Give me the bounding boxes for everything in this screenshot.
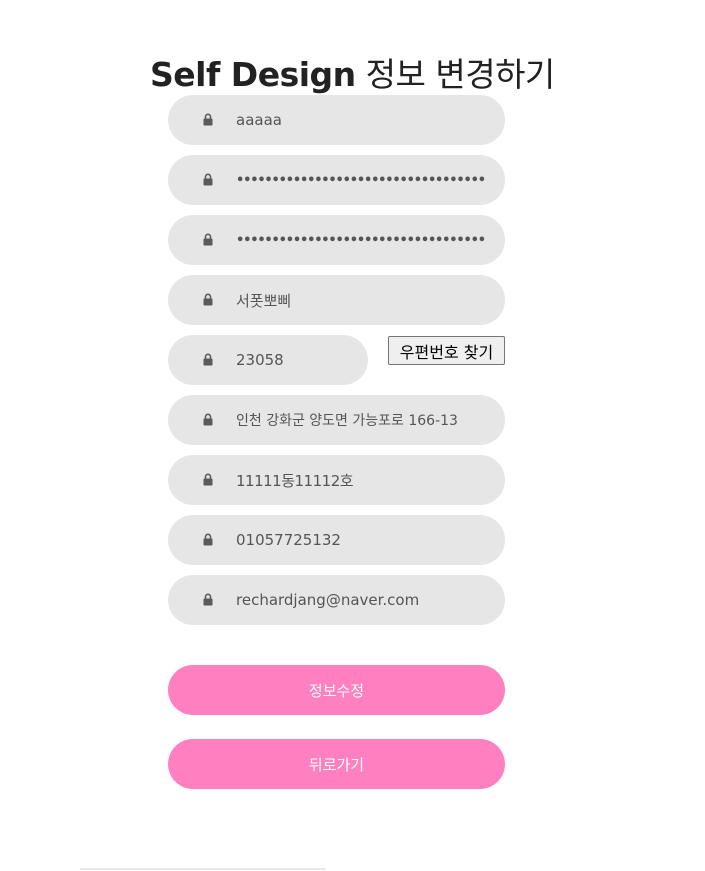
update-info-button[interactable]: 정보수정 — [168, 665, 505, 715]
address-value: 인천 강화군 양도면 가능포로 166-13 — [236, 413, 458, 429]
page-title-en: Self Design — [150, 55, 356, 94]
lock-icon — [203, 113, 213, 126]
lock-icon — [203, 533, 213, 546]
name-field[interactable]: 서폿뽀삐 — [168, 275, 505, 325]
lock-icon — [203, 173, 213, 186]
lock-icon — [203, 593, 213, 606]
lock-icon — [203, 353, 213, 366]
password-confirm-field[interactable]: •••••••••••••••••••••••••••••••••••••• — [168, 215, 505, 265]
user-id-value: aaaaa — [236, 111, 282, 129]
password-field[interactable]: •••••••••••••••••••••••••••••••••••••• — [168, 155, 505, 205]
zipcode-value: 23058 — [236, 351, 284, 369]
lock-icon — [203, 413, 213, 426]
email-value: rechardjang@naver.com — [236, 591, 420, 609]
address-detail-field[interactable]: 11111동11112호 — [168, 455, 505, 505]
lock-icon — [203, 473, 213, 486]
zipcode-field[interactable]: 23058 — [168, 335, 368, 385]
back-button[interactable]: 뒤로가기 — [168, 739, 505, 789]
user-id-field[interactable]: aaaaa — [168, 95, 505, 145]
password-value: •••••••••••••••••••••••••••••••••••••• — [236, 172, 485, 188]
edit-profile-page: Self Design 정보 변경하기 aaaaa ••••••••••••••… — [0, 0, 705, 871]
page-title: Self Design 정보 변경하기 — [150, 48, 555, 96]
divider — [80, 868, 325, 870]
find-zipcode-button[interactable]: 우편번호 찾기 — [388, 336, 505, 365]
page-title-ko: 정보 변경하기 — [355, 55, 556, 94]
phone-field[interactable]: 01057725132 — [168, 515, 505, 565]
email-field[interactable]: rechardjang@naver.com — [168, 575, 505, 625]
address-detail-value: 11111동11112호 — [236, 471, 354, 490]
lock-icon — [203, 293, 213, 306]
name-value: 서폿뽀삐 — [236, 291, 292, 310]
lock-icon — [203, 233, 213, 246]
address-field[interactable]: 인천 강화군 양도면 가능포로 166-13 — [168, 395, 505, 445]
password-confirm-value: •••••••••••••••••••••••••••••••••••••• — [236, 232, 485, 248]
phone-value: 01057725132 — [236, 531, 341, 549]
